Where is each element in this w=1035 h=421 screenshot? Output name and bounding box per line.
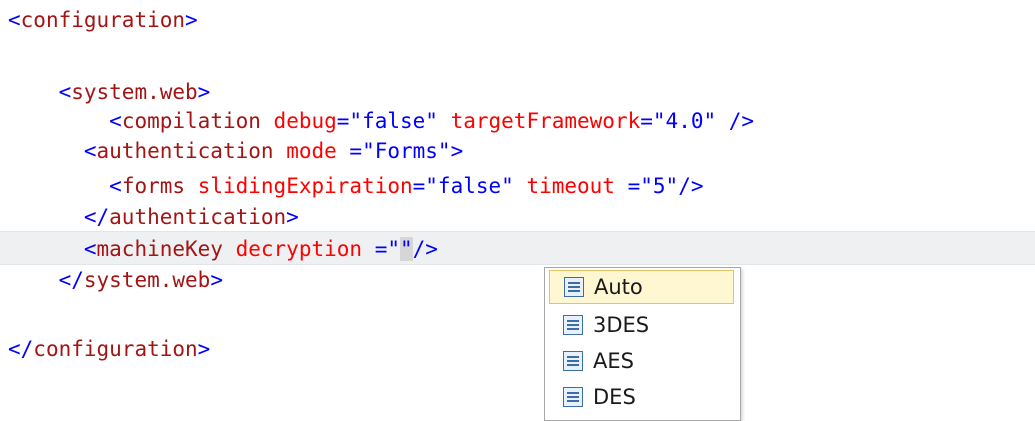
code-token: configuration: [33, 337, 198, 361]
code-token: />: [716, 109, 755, 133]
code-token: targetFramework: [450, 109, 641, 133]
code-token: <: [83, 139, 97, 163]
code-token: =: [362, 237, 388, 261]
code-token: ": [387, 237, 400, 261]
code-token: <: [83, 237, 97, 261]
code-token: >: [210, 268, 223, 292]
completion-item-aes[interactable]: AES: [549, 344, 734, 378]
code-token: ": [400, 237, 413, 261]
code-token: </: [58, 268, 84, 292]
code-token: <: [109, 109, 122, 133]
code-token: authentication: [96, 139, 274, 163]
code-token: debug: [273, 109, 337, 133]
code-editor[interactable]: <configuration> <system.web> <compilatio…: [0, 0, 1035, 419]
code-token: >: [185, 8, 198, 32]
code-token: <: [8, 8, 21, 32]
code-line[interactable]: <configuration>: [0, 2, 1035, 38]
code-token: compilation: [121, 109, 261, 133]
code-token: =: [614, 174, 641, 198]
code-token: timeout: [526, 174, 615, 198]
enum-value-icon: [563, 315, 583, 335]
completion-item-label: DES: [593, 385, 636, 409]
code-token: />: [678, 174, 704, 198]
completion-item-auto[interactable]: Auto: [549, 270, 734, 304]
code-token: >: [286, 205, 299, 229]
completion-item-3des[interactable]: 3DES: [549, 308, 734, 342]
code-token: "false": [349, 109, 438, 133]
code-token: </: [83, 205, 110, 229]
code-token: >: [450, 139, 464, 163]
intellisense-completion-list[interactable]: Auto 3DES AES DES: [544, 267, 741, 421]
completion-item-des[interactable]: DES: [549, 380, 734, 414]
code-token: =: [336, 139, 363, 163]
enum-value-icon: [563, 387, 583, 407]
code-line[interactable]: <authentication mode ="Forms">: [0, 133, 1035, 169]
code-token: =: [336, 109, 350, 133]
completion-item-label: Auto: [594, 275, 643, 299]
enum-value-icon: [564, 277, 584, 297]
code-token: decryption: [235, 237, 363, 261]
completion-item-label: AES: [593, 349, 634, 373]
code-line[interactable]: </system.web>: [0, 262, 1035, 298]
code-token: </: [8, 337, 34, 361]
code-token: "5": [640, 174, 679, 198]
code-token: =: [640, 109, 653, 133]
code-token: "4.0": [652, 109, 717, 133]
code-line[interactable]: </configuration>: [0, 331, 1035, 367]
completion-item-label: 3DES: [593, 313, 650, 337]
code-token: mode: [286, 139, 337, 163]
code-token: machineKey: [96, 237, 223, 261]
code-token: slidingExpiration: [197, 174, 413, 198]
code-token: forms: [121, 174, 186, 198]
code-token: <: [58, 80, 72, 104]
code-line[interactable]: </authentication>: [0, 199, 1035, 235]
code-token: <: [109, 174, 122, 198]
code-token: =: [412, 174, 426, 198]
code-token: system.web: [71, 80, 198, 104]
code-line-current[interactable]: <machineKey decryption =""/>: [0, 231, 1035, 265]
code-token: configuration: [20, 8, 186, 32]
code-token: />: [412, 237, 438, 261]
code-token: >: [197, 337, 211, 361]
code-token: "Forms": [362, 139, 451, 163]
code-line[interactable]: [0, 297, 1035, 333]
enum-value-icon: [563, 351, 583, 371]
code-token: authentication: [109, 205, 287, 229]
code-token: "false": [425, 174, 514, 198]
code-token: >: [197, 80, 211, 104]
code-line[interactable]: [0, 38, 1035, 74]
code-token: system.web: [83, 268, 211, 292]
